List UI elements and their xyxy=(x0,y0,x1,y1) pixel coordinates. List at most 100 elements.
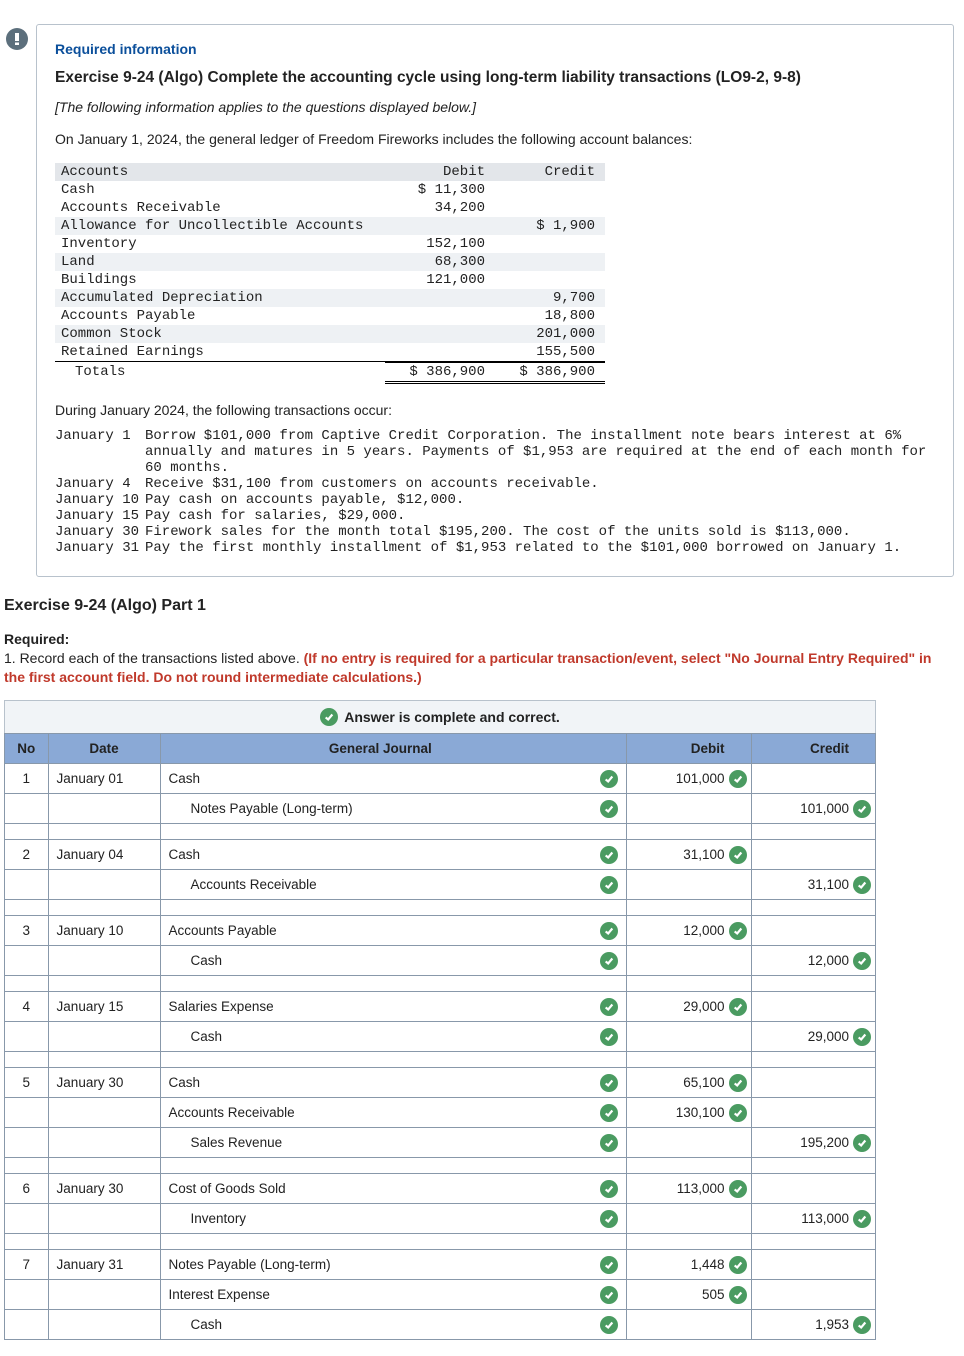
journal-header-no: No xyxy=(5,734,49,764)
journal-debit[interactable]: 12,000 xyxy=(627,916,751,946)
ledger-debit xyxy=(385,307,495,325)
ledger-totals-debit: $ 386,900 xyxy=(385,362,495,383)
journal-debit[interactable]: 65,100 xyxy=(627,1068,751,1098)
journal-date[interactable] xyxy=(48,794,160,824)
journal-date[interactable] xyxy=(48,1204,160,1234)
tx-text: Borrow $101,000 from Captive Credit Corp… xyxy=(145,428,935,476)
journal-date[interactable]: January 15 xyxy=(48,992,160,1022)
journal-credit[interactable]: 1,953 xyxy=(751,1310,875,1340)
journal-no xyxy=(5,870,49,900)
ledger-account: Accounts Receivable xyxy=(55,199,385,217)
ledger-header-credit: Credit xyxy=(495,163,605,181)
journal-date[interactable] xyxy=(48,1310,160,1340)
journal-credit[interactable]: 113,000 xyxy=(751,1204,875,1234)
tx-text: Pay cash for salaries, $29,000. xyxy=(145,508,935,524)
journal-account[interactable]: Cash xyxy=(160,1068,627,1098)
journal-credit[interactable] xyxy=(751,1068,875,1098)
journal-account[interactable]: Notes Payable (Long-term) xyxy=(160,794,627,824)
journal-account[interactable]: Accounts Payable xyxy=(160,916,627,946)
ledger-account: Accounts Payable xyxy=(55,307,385,325)
journal-account[interactable]: Interest Expense xyxy=(160,1280,627,1310)
check-icon xyxy=(600,1286,618,1304)
journal-credit[interactable] xyxy=(751,992,875,1022)
check-icon xyxy=(600,1256,618,1274)
journal-debit[interactable] xyxy=(627,946,751,976)
journal-credit[interactable] xyxy=(751,840,875,870)
journal-date[interactable] xyxy=(48,1098,160,1128)
journal-credit[interactable] xyxy=(751,1174,875,1204)
journal-date[interactable]: January 10 xyxy=(48,916,160,946)
journal-date[interactable] xyxy=(48,1022,160,1052)
journal-credit[interactable] xyxy=(751,1098,875,1128)
journal-debit[interactable]: 101,000 xyxy=(627,764,751,794)
journal-date[interactable] xyxy=(48,1128,160,1158)
part-title: Exercise 9-24 (Algo) Part 1 xyxy=(4,597,964,615)
ledger-debit xyxy=(385,289,495,307)
journal-credit[interactable]: 195,200 xyxy=(751,1128,875,1158)
journal-no: 1 xyxy=(5,764,49,794)
journal-account[interactable]: Accounts Receivable xyxy=(160,870,627,900)
ledger-debit xyxy=(385,217,495,235)
ledger-credit: 201,000 xyxy=(495,325,605,343)
tx-date: January 31 xyxy=(55,540,145,556)
check-icon xyxy=(600,1074,618,1092)
check-icon xyxy=(600,952,618,970)
journal-date[interactable] xyxy=(48,870,160,900)
journal-debit[interactable]: 113,000 xyxy=(627,1174,751,1204)
journal-credit[interactable] xyxy=(751,764,875,794)
journal-debit[interactable] xyxy=(627,1022,751,1052)
journal-account[interactable]: Salaries Expense xyxy=(160,992,627,1022)
journal-date[interactable]: January 01 xyxy=(48,764,160,794)
journal-debit[interactable] xyxy=(627,794,751,824)
journal-debit[interactable]: 1,448 xyxy=(627,1250,751,1280)
journal-account[interactable]: Cash xyxy=(160,946,627,976)
journal-account[interactable]: Cash xyxy=(160,1310,627,1340)
journal-header-credit: Credit xyxy=(751,734,875,764)
journal-no: 6 xyxy=(5,1174,49,1204)
journal-account[interactable]: Cash xyxy=(160,764,627,794)
journal-credit[interactable]: 12,000 xyxy=(751,946,875,976)
required-body-prefix: 1. Record each of the transactions liste… xyxy=(4,650,304,666)
ledger-debit: 68,300 xyxy=(385,253,495,271)
journal-account[interactable]: Cost of Goods Sold xyxy=(160,1174,627,1204)
journal-debit[interactable]: 31,100 xyxy=(627,840,751,870)
journal-credit[interactable]: 101,000 xyxy=(751,794,875,824)
ledger-account: Accumulated Depreciation xyxy=(55,289,385,307)
journal-credit[interactable] xyxy=(751,916,875,946)
journal-account[interactable]: Cash xyxy=(160,840,627,870)
tx-date: January 1 xyxy=(55,428,145,444)
ledger-table: Accounts Debit Credit Cash $ 11,300 Acco… xyxy=(55,163,605,384)
info-box: Required information Exercise 9-24 (Algo… xyxy=(36,24,954,577)
journal-date[interactable]: January 30 xyxy=(48,1068,160,1098)
journal-no: 7 xyxy=(5,1250,49,1280)
ledger-credit: 18,800 xyxy=(495,307,605,325)
journal-credit[interactable]: 29,000 xyxy=(751,1022,875,1052)
journal-date[interactable] xyxy=(48,946,160,976)
journal-credit[interactable] xyxy=(751,1280,875,1310)
check-icon xyxy=(600,1028,618,1046)
ledger-debit: $ 11,300 xyxy=(385,181,495,199)
journal-account[interactable]: Inventory xyxy=(160,1204,627,1234)
journal-credit[interactable]: 31,100 xyxy=(751,870,875,900)
journal-account[interactable]: Sales Revenue xyxy=(160,1128,627,1158)
journal-debit[interactable] xyxy=(627,1128,751,1158)
journal-account[interactable]: Notes Payable (Long-term) xyxy=(160,1250,627,1280)
journal-date[interactable]: January 04 xyxy=(48,840,160,870)
journal-date[interactable]: January 31 xyxy=(48,1250,160,1280)
journal-debit[interactable] xyxy=(627,1310,751,1340)
journal-credit[interactable] xyxy=(751,1250,875,1280)
journal-debit[interactable] xyxy=(627,870,751,900)
journal-debit[interactable]: 29,000 xyxy=(627,992,751,1022)
journal-date[interactable]: January 30 xyxy=(48,1174,160,1204)
alert-icon xyxy=(6,28,28,50)
journal-debit[interactable]: 130,100 xyxy=(627,1098,751,1128)
journal-debit[interactable]: 505 xyxy=(627,1280,751,1310)
journal-account[interactable]: Accounts Receivable xyxy=(160,1098,627,1128)
narrative-line: During January 2024, the following trans… xyxy=(55,402,935,418)
journal-debit[interactable] xyxy=(627,1204,751,1234)
journal-no xyxy=(5,1098,49,1128)
journal-date[interactable] xyxy=(48,1280,160,1310)
journal-account[interactable]: Cash xyxy=(160,1022,627,1052)
check-icon xyxy=(600,1180,618,1198)
check-icon xyxy=(853,1028,871,1046)
